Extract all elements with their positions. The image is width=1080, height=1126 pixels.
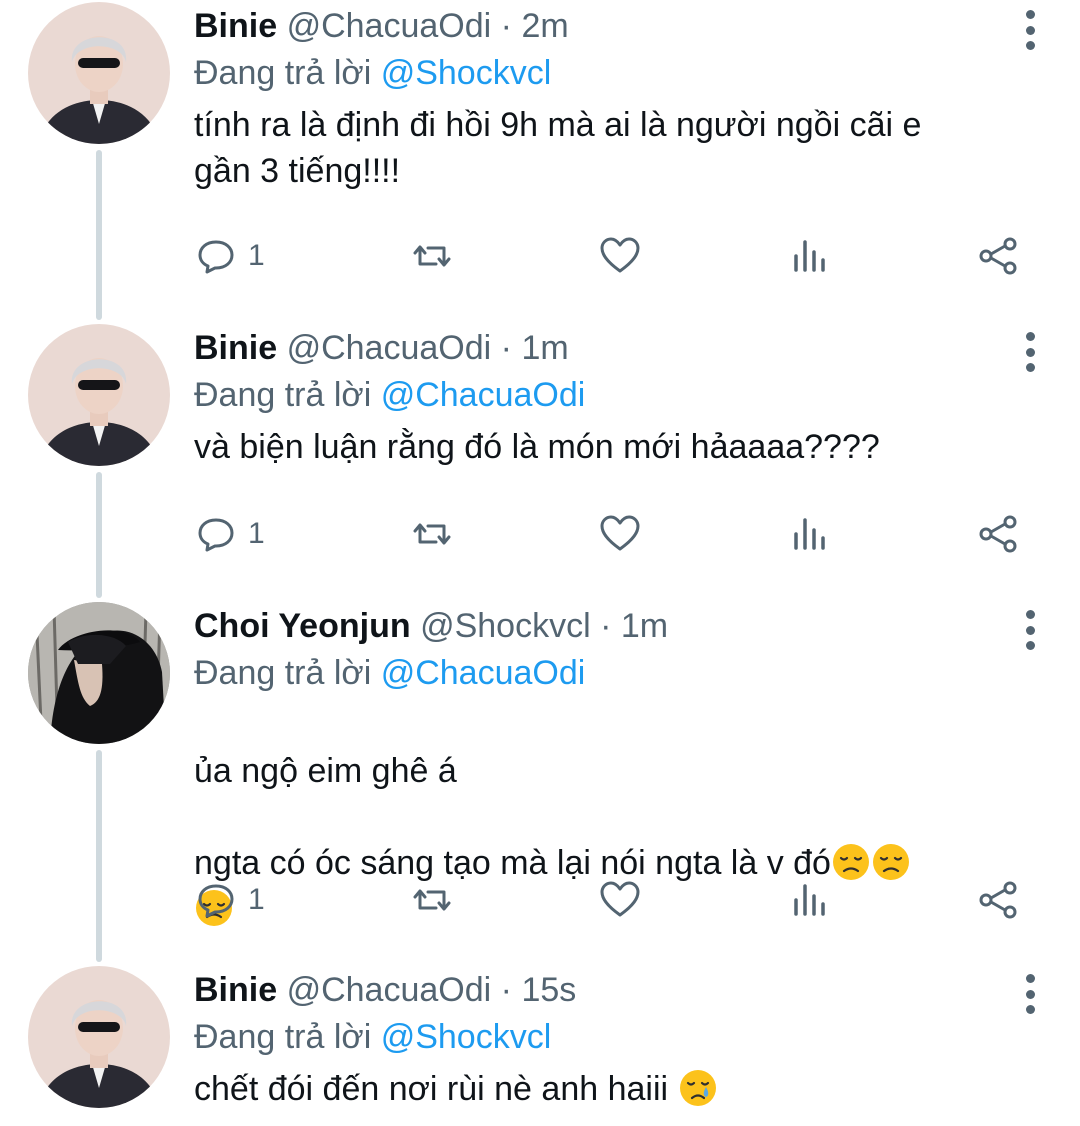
more-options-icon[interactable] bbox=[1016, 974, 1044, 1014]
replying-to: Đang trả lời @Shockvcl bbox=[194, 1014, 1010, 1060]
avatar[interactable] bbox=[28, 602, 170, 744]
tweet[interactable]: Binie @ChacuaOdi · 1m Đang trả lời @Chac… bbox=[0, 324, 1080, 574]
analytics-button[interactable] bbox=[787, 512, 831, 556]
heart-icon bbox=[600, 515, 640, 551]
mention-link[interactable]: @Shockvcl bbox=[381, 1018, 552, 1056]
like-button[interactable] bbox=[598, 234, 642, 278]
reply-count: 1 bbox=[248, 517, 265, 550]
more-options-icon[interactable] bbox=[1016, 332, 1044, 372]
replying-to-label: Đang trả lời bbox=[194, 654, 381, 692]
reply-count: 1 bbox=[248, 239, 265, 272]
author-name[interactable]: Binie bbox=[194, 7, 277, 45]
share-button[interactable] bbox=[976, 512, 1020, 556]
retweet-button[interactable] bbox=[410, 878, 454, 922]
heart-icon bbox=[600, 881, 640, 917]
author-name[interactable]: Binie bbox=[194, 971, 277, 1009]
heart-icon bbox=[600, 237, 640, 273]
like-button[interactable] bbox=[598, 512, 642, 556]
share-icon bbox=[979, 237, 1017, 275]
avatar[interactable] bbox=[28, 324, 170, 466]
timestamp[interactable]: 1m bbox=[521, 329, 568, 367]
retweet-icon bbox=[413, 889, 451, 911]
share-icon bbox=[979, 515, 1017, 553]
timestamp[interactable]: 1m bbox=[621, 607, 668, 645]
author-name[interactable]: Binie bbox=[194, 329, 277, 367]
timestamp[interactable]: 15s bbox=[521, 971, 576, 1009]
reply-icon bbox=[198, 884, 234, 918]
tweet-text: ủa ngộ eim ghê á ngta có óc sáng tạo mà … bbox=[194, 702, 1010, 978]
reply-button[interactable]: 1 bbox=[194, 512, 265, 556]
mention-link[interactable]: @ChacuaOdi bbox=[381, 376, 586, 414]
author-handle[interactable]: @Shockvcl bbox=[420, 607, 591, 645]
separator-dot: · bbox=[500, 971, 512, 1009]
analytics-button[interactable] bbox=[787, 878, 831, 922]
share-button[interactable] bbox=[976, 878, 1020, 922]
tweet[interactable]: Binie @ChacuaOdi · 2m Đang trả lời @Shoc… bbox=[0, 2, 1080, 302]
mention-link[interactable]: @ChacuaOdi bbox=[381, 654, 586, 692]
retweet-button[interactable] bbox=[410, 512, 454, 556]
more-options-icon[interactable] bbox=[1016, 610, 1044, 650]
tweet-text: và biện luận rằng đó là món mới hảaaaa??… bbox=[194, 428, 880, 466]
share-button[interactable] bbox=[976, 234, 1020, 278]
analytics-icon bbox=[794, 240, 825, 272]
author-handle[interactable]: @ChacuaOdi bbox=[287, 971, 492, 1009]
reply-button[interactable]: 1 bbox=[194, 234, 265, 278]
replying-to-label: Đang trả lời bbox=[194, 376, 381, 414]
timestamp[interactable]: 2m bbox=[521, 7, 568, 45]
avatar[interactable] bbox=[28, 2, 170, 144]
like-button[interactable] bbox=[598, 878, 642, 922]
retweet-icon bbox=[413, 245, 451, 267]
crying-face-emoji bbox=[679, 1070, 716, 1106]
author-handle[interactable]: @ChacuaOdi bbox=[287, 329, 492, 367]
tweet-text: chết đói đến nơi rùi nè anh haiii bbox=[194, 1066, 1010, 1112]
tweet[interactable]: Binie @ChacuaOdi · 15s Đang trả lời @Sho… bbox=[0, 966, 1080, 1126]
separator-dot: · bbox=[600, 607, 612, 645]
reply-icon bbox=[198, 240, 234, 274]
replying-to: Đang trả lời @Shockvcl bbox=[194, 50, 1010, 96]
reply-icon bbox=[198, 518, 234, 552]
replying-to: Đang trả lời @ChacuaOdi bbox=[194, 372, 1010, 418]
separator-dot: · bbox=[500, 7, 512, 45]
tweet-text: tính ra là định đi hồi 9h mà ai là người… bbox=[194, 106, 922, 190]
replying-to-label: Đang trả lời bbox=[194, 54, 381, 92]
author-handle[interactable]: @ChacuaOdi bbox=[287, 7, 492, 45]
author-name[interactable]: Choi Yeonjun bbox=[194, 607, 411, 645]
replying-to-label: Đang trả lời bbox=[194, 1018, 381, 1056]
separator-dot: · bbox=[500, 329, 512, 367]
avatar[interactable] bbox=[28, 966, 170, 1108]
analytics-icon bbox=[794, 884, 825, 916]
tweet-text-line: ủa ngộ eim ghê á bbox=[194, 752, 457, 790]
share-icon bbox=[979, 881, 1017, 919]
analytics-icon bbox=[794, 518, 825, 550]
replying-to: Đang trả lời @ChacuaOdi bbox=[194, 650, 1010, 696]
mention-link[interactable]: @Shockvcl bbox=[381, 54, 552, 92]
retweet-button[interactable] bbox=[410, 234, 454, 278]
retweet-icon bbox=[413, 523, 451, 545]
tweet[interactable]: Choi Yeonjun @Shockvcl · 1m Đang trả lời… bbox=[0, 602, 1080, 942]
reply-button[interactable]: 1 bbox=[194, 878, 265, 922]
analytics-button[interactable] bbox=[787, 234, 831, 278]
more-options-icon[interactable] bbox=[1016, 10, 1044, 50]
reply-count: 1 bbox=[248, 883, 265, 916]
